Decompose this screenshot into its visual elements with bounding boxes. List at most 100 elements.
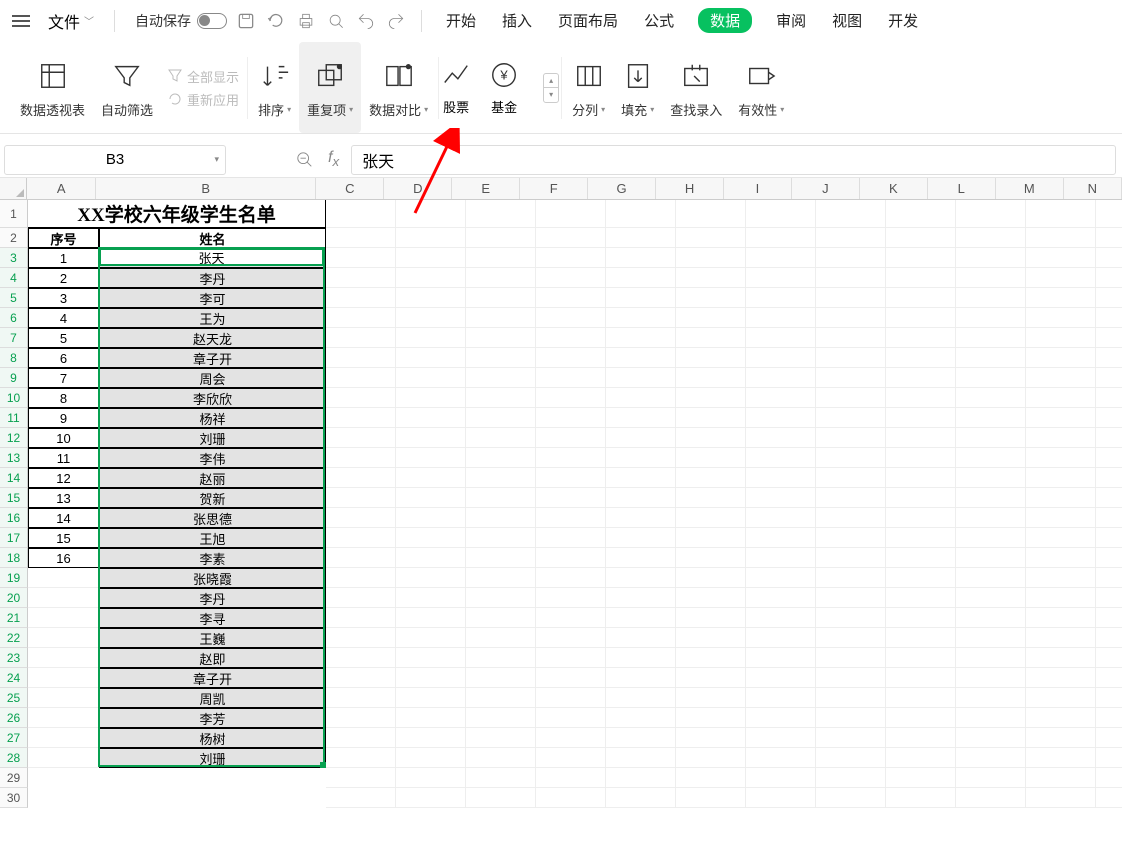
- empty-cell[interactable]: [326, 728, 396, 748]
- compare-button[interactable]: 数据对比▾: [361, 42, 436, 133]
- row-header[interactable]: 15: [0, 488, 28, 508]
- empty-cell[interactable]: [676, 288, 746, 308]
- cell-name[interactable]: 李欣欣: [99, 388, 326, 408]
- empty-cell[interactable]: [1026, 748, 1096, 768]
- empty-cell[interactable]: [326, 388, 396, 408]
- empty-cell[interactable]: [816, 728, 886, 748]
- empty-cell[interactable]: [1096, 448, 1122, 468]
- empty-cell[interactable]: [886, 568, 956, 588]
- row-header[interactable]: 27: [0, 728, 28, 748]
- empty-cell[interactable]: [1026, 528, 1096, 548]
- tab-数据[interactable]: 数据: [698, 8, 752, 33]
- empty-cell[interactable]: [746, 200, 816, 228]
- empty-cell[interactable]: [956, 768, 1026, 788]
- empty-cell[interactable]: [956, 368, 1026, 388]
- row-header[interactable]: 8: [0, 348, 28, 368]
- empty-cell[interactable]: [1026, 268, 1096, 288]
- empty-cell[interactable]: [466, 628, 536, 648]
- empty-cell[interactable]: [956, 528, 1026, 548]
- preview-icon[interactable]: [325, 10, 347, 32]
- empty-cell[interactable]: [816, 248, 886, 268]
- empty-cell[interactable]: [326, 488, 396, 508]
- empty-cell[interactable]: [1096, 588, 1122, 608]
- empty-cell[interactable]: [956, 200, 1026, 228]
- empty-cell[interactable]: [396, 728, 466, 748]
- cell-name[interactable]: 赵天龙: [99, 328, 326, 348]
- empty-cell[interactable]: [1096, 748, 1122, 768]
- cell-seq[interactable]: [28, 688, 99, 708]
- cell-seq[interactable]: 11: [28, 448, 99, 468]
- empty-cell[interactable]: [676, 728, 746, 748]
- empty-cell[interactable]: [606, 308, 676, 328]
- empty-cell[interactable]: [466, 228, 536, 248]
- empty-cell[interactable]: [676, 748, 746, 768]
- empty-cell[interactable]: [466, 568, 536, 588]
- empty-cell[interactable]: [886, 608, 956, 628]
- col-header-E[interactable]: E: [452, 178, 520, 199]
- empty-cell[interactable]: [466, 408, 536, 428]
- row-header[interactable]: 13: [0, 448, 28, 468]
- empty-cell[interactable]: [536, 688, 606, 708]
- autosave-toggle[interactable]: 自动保存: [135, 11, 227, 31]
- empty-cell[interactable]: [1026, 308, 1096, 328]
- empty-cell[interactable]: [326, 288, 396, 308]
- empty-cell[interactable]: [606, 548, 676, 568]
- cell-seq[interactable]: 3: [28, 288, 99, 308]
- empty-cell[interactable]: [676, 508, 746, 528]
- empty-cell[interactable]: [466, 468, 536, 488]
- empty-cell[interactable]: [606, 328, 676, 348]
- empty-cell[interactable]: [466, 728, 536, 748]
- empty-cell[interactable]: [816, 308, 886, 328]
- empty-cell[interactable]: [466, 688, 536, 708]
- cell-name[interactable]: 赵即: [99, 648, 326, 668]
- empty-cell[interactable]: [886, 328, 956, 348]
- empty-cell[interactable]: [676, 488, 746, 508]
- empty-cell[interactable]: [956, 788, 1026, 808]
- empty-cell[interactable]: [1096, 228, 1122, 248]
- fill-button[interactable]: 填充▾: [613, 42, 662, 133]
- empty-cell[interactable]: [886, 648, 956, 668]
- empty-cell[interactable]: [466, 588, 536, 608]
- cell-name[interactable]: 赵丽: [99, 468, 326, 488]
- row-header[interactable]: 3: [0, 248, 28, 268]
- empty-cell[interactable]: [816, 568, 886, 588]
- empty-cell[interactable]: [746, 488, 816, 508]
- empty-cell[interactable]: [326, 448, 396, 468]
- empty-cell[interactable]: [956, 748, 1026, 768]
- empty-cell[interactable]: [536, 628, 606, 648]
- empty-cell[interactable]: [1096, 288, 1122, 308]
- empty-cell[interactable]: [396, 648, 466, 668]
- col-header-M[interactable]: M: [996, 178, 1064, 199]
- empty-cell[interactable]: [746, 668, 816, 688]
- empty-cell[interactable]: [676, 428, 746, 448]
- empty-cell[interactable]: [746, 388, 816, 408]
- empty-cell[interactable]: [396, 788, 466, 808]
- empty-cell[interactable]: [1026, 688, 1096, 708]
- title-cell[interactable]: XX学校六年级学生名单: [28, 200, 326, 228]
- empty-cell[interactable]: [676, 388, 746, 408]
- empty-cell[interactable]: [536, 568, 606, 588]
- empty-cell[interactable]: [1026, 488, 1096, 508]
- empty-cell[interactable]: [816, 748, 886, 768]
- empty-cell[interactable]: [886, 788, 956, 808]
- empty-cell[interactable]: [466, 748, 536, 768]
- empty-cell[interactable]: [396, 428, 466, 448]
- empty-cell[interactable]: [956, 588, 1026, 608]
- empty-cell[interactable]: [606, 288, 676, 308]
- empty-cell[interactable]: [536, 588, 606, 608]
- empty-cell[interactable]: [536, 228, 606, 248]
- cell-name[interactable]: 张晓霞: [99, 568, 326, 588]
- tab-开发[interactable]: 开发: [886, 8, 920, 33]
- print-icon[interactable]: [295, 10, 317, 32]
- empty-cell[interactable]: [466, 708, 536, 728]
- formula-input[interactable]: 张天: [351, 145, 1116, 175]
- empty-cell[interactable]: [606, 448, 676, 468]
- empty-cell[interactable]: [1096, 548, 1122, 568]
- empty-cell[interactable]: [396, 308, 466, 328]
- cell-name[interactable]: 贺新: [99, 488, 326, 508]
- empty-cell[interactable]: [746, 448, 816, 468]
- cell-seq[interactable]: [28, 748, 99, 768]
- empty-cell[interactable]: [676, 528, 746, 548]
- empty-cell[interactable]: [886, 288, 956, 308]
- empty-cell[interactable]: [676, 648, 746, 668]
